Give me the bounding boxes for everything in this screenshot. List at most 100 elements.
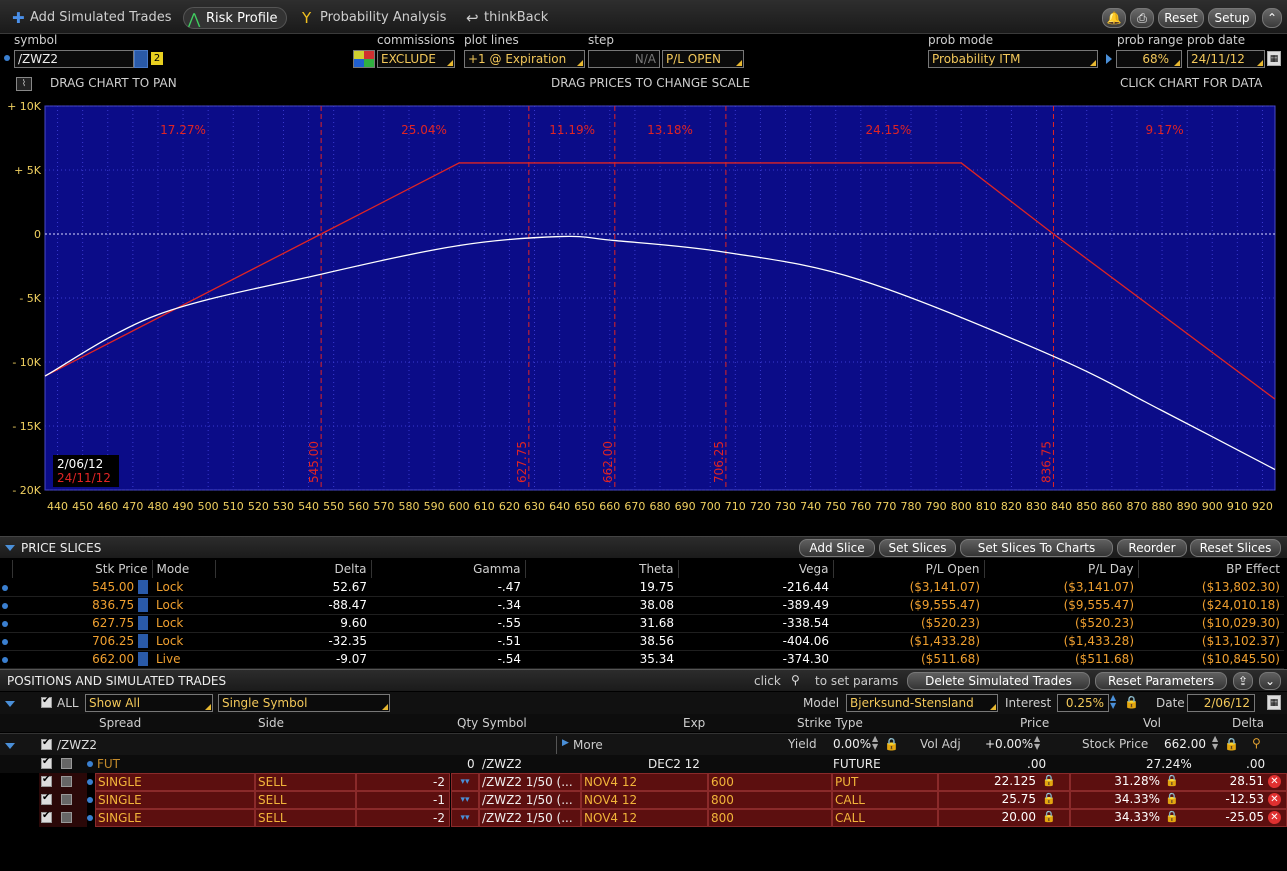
remove-position-icon[interactable]: ✕ [1268,793,1281,806]
all-checkbox[interactable] [41,695,52,708]
col-qty-symbol[interactable]: Qty Symbol [457,716,527,730]
commissions-select[interactable]: EXCLUDE [377,50,455,68]
position-type-select[interactable]: CALL [832,809,938,827]
position-strike-select[interactable]: 600 [708,773,832,791]
qty-spinner-icon[interactable]: ▾▾ [451,791,479,809]
position-qty-input[interactable]: -2 [356,809,450,827]
price-lock-icon[interactable]: 🔒 [1042,810,1056,823]
slice-stk-price[interactable]: 662.00 [12,650,152,669]
price-slice-row[interactable]: 545.00 Lock 52.67 -.47 19.75 -216.44 ($3,141.… [0,578,1284,597]
chart-type-icon[interactable]: ⌇ [16,77,32,91]
position-sim-checkbox[interactable] [61,776,72,787]
prob-date-input[interactable]: 24/11/12 [1187,50,1265,68]
position-sim-checkbox[interactable] [61,812,72,823]
slice-spinner-icon[interactable] [138,580,148,594]
symbol-input[interactable]: /ZWZ2 [14,50,134,68]
risk-profile-chart[interactable]: 545.00 627.75 662.00 706.25 836.75 17.27% 25.… [0,100,1287,518]
reset-parameters-button[interactable]: Reset Parameters [1095,672,1227,690]
option-position-row[interactable]: SINGLESELL-1▾▾/ZWZ2 1/50 (...NOV4 12800C… [0,791,1287,809]
price-slice-row[interactable]: 836.75 Lock -88.47 -.34 38.08 -389.49 ($9,555… [0,596,1284,615]
print-button[interactable]: ⎙ [1130,8,1154,28]
position-type-select[interactable]: CALL [832,791,938,809]
slice-spinner-icon[interactable] [138,598,148,613]
position-symbol[interactable]: /ZWZ2 1/50 (... [479,791,581,809]
position-strike-select[interactable]: 800 [708,809,832,827]
stock-lock-icon[interactable]: 🔒 [1224,737,1239,751]
vol-adj-value[interactable]: +0.00% [985,737,1033,751]
position-strike-select[interactable]: 800 [708,791,832,809]
slice-stk-price[interactable]: 627.75 [12,614,152,633]
col-mode[interactable]: Mode [151,560,215,578]
tab-risk-profile[interactable]: ⋀ Risk Profile [183,7,287,29]
position-side-select[interactable]: SELL [255,809,356,827]
yield-spinner-icon[interactable]: ▲ ▼ [872,735,878,751]
fut-position-row[interactable]: FUT 0 /ZWZ2 DEC2 12 FUTURE .00 27.24% .0… [0,755,1287,773]
position-checkbox[interactable] [41,792,52,805]
prob-range-input[interactable]: 68% [1116,50,1182,68]
stock-spinner-icon[interactable]: ▲ ▼ [1212,735,1218,751]
reset-slices-button[interactable]: Reset Slices [1190,539,1281,557]
reorder-button[interactable]: Reorder [1117,539,1187,557]
position-symbol[interactable]: /ZWZ2 1/50 (... [479,809,581,827]
position-exp-select[interactable]: NOV4 12 [581,773,708,791]
setup-button[interactable]: Setup [1208,8,1256,28]
position-side-select[interactable]: SELL [255,791,356,809]
slice-mode[interactable]: Lock [152,632,215,651]
position-side-select[interactable]: SELL [255,773,356,791]
slice-stk-price[interactable]: 706.25 [12,632,152,651]
slice-spinner-icon[interactable] [138,652,148,667]
tab-add-simulated-trades[interactable]: ✚ Add Simulated Trades [8,7,180,29]
remove-position-icon[interactable]: ✕ [1268,811,1281,824]
yield-lock-icon[interactable]: 🔒 [884,737,899,751]
qty-spinner-icon[interactable]: ▾▾ [451,809,479,827]
remove-position-icon[interactable]: ✕ [1268,775,1281,788]
col-theta[interactable]: Theta [524,560,678,578]
slice-spinner-icon[interactable] [138,616,148,631]
col-stk-price[interactable]: Stk Price [11,560,152,578]
col-vega[interactable]: Vega [677,560,833,578]
show-filter-select[interactable]: Show All [85,694,213,712]
lock-icon[interactable]: 🔒 [1124,695,1139,709]
collapse-button[interactable]: ⌃ [1262,8,1282,28]
slice-mode[interactable]: Lock [152,614,215,633]
col-strike-type[interactable]: Strike Type [797,716,863,730]
prob-mode-select[interactable]: Probability ITM [928,50,1098,68]
fut-sim-checkbox[interactable] [61,758,72,769]
date-input[interactable]: 2/06/12 [1187,694,1255,712]
position-qty-input[interactable]: -2 [356,773,450,791]
step-input[interactable]: N/A [588,50,660,68]
slice-stk-price[interactable]: 545.00 [12,578,152,597]
collapse-arrow-icon[interactable] [5,545,15,551]
yield-value[interactable]: 0.00% [833,737,871,751]
price-slice-row[interactable]: 627.75 Lock 9.60 -.55 31.68 -338.54 ($520.23)… [0,614,1284,633]
vol-lock-icon[interactable]: 🔒 [1165,774,1179,787]
price-slice-row[interactable]: 706.25 Lock -32.35 -.51 38.56 -404.06 ($1,433… [0,632,1284,651]
reset-button[interactable]: Reset [1158,8,1204,28]
slice-mode[interactable]: Lock [152,578,215,597]
delete-simulated-trades-button[interactable]: Delete Simulated Trades [907,672,1090,690]
interest-input[interactable]: 0.25% [1057,694,1109,712]
position-exp-select[interactable]: NOV4 12 [581,791,708,809]
wrench-settings-icon[interactable]: ⚲ [1252,736,1261,750]
add-slice-button[interactable]: Add Slice [799,539,875,557]
slice-stk-price[interactable]: 836.75 [12,596,152,615]
position-sim-checkbox[interactable] [61,794,72,805]
col-pl-day[interactable]: P/L Day [983,560,1138,578]
position-exp-select[interactable]: NOV4 12 [581,809,708,827]
position-qty-input[interactable]: -1 [356,791,450,809]
option-position-row[interactable]: SINGLESELL-2▾▾/ZWZ2 1/50 (...NOV4 12600P… [0,773,1287,791]
vol-lock-icon[interactable]: 🔒 [1165,810,1179,823]
position-spread-select[interactable]: SINGLE [95,791,255,809]
price-slice-row[interactable]: 662.00 Live -9.07 -.54 35.34 -374.30 ($511.68… [0,650,1284,669]
col-bp-effect[interactable]: BP Effect [1137,560,1284,578]
position-checkbox[interactable] [41,774,52,787]
col-delta[interactable]: Delta [1232,716,1264,730]
group-checkbox[interactable] [41,737,52,750]
group-collapse-icon[interactable] [5,743,15,749]
symbol-spinner[interactable] [134,50,148,68]
col-pl-open[interactable]: P/L Open [832,560,984,578]
col-delta[interactable]: Delta [214,560,371,578]
set-slices-button[interactable]: Set Slices [879,539,956,557]
position-checkbox[interactable] [41,810,52,823]
stock-price-value[interactable]: 662.00 [1164,737,1206,751]
